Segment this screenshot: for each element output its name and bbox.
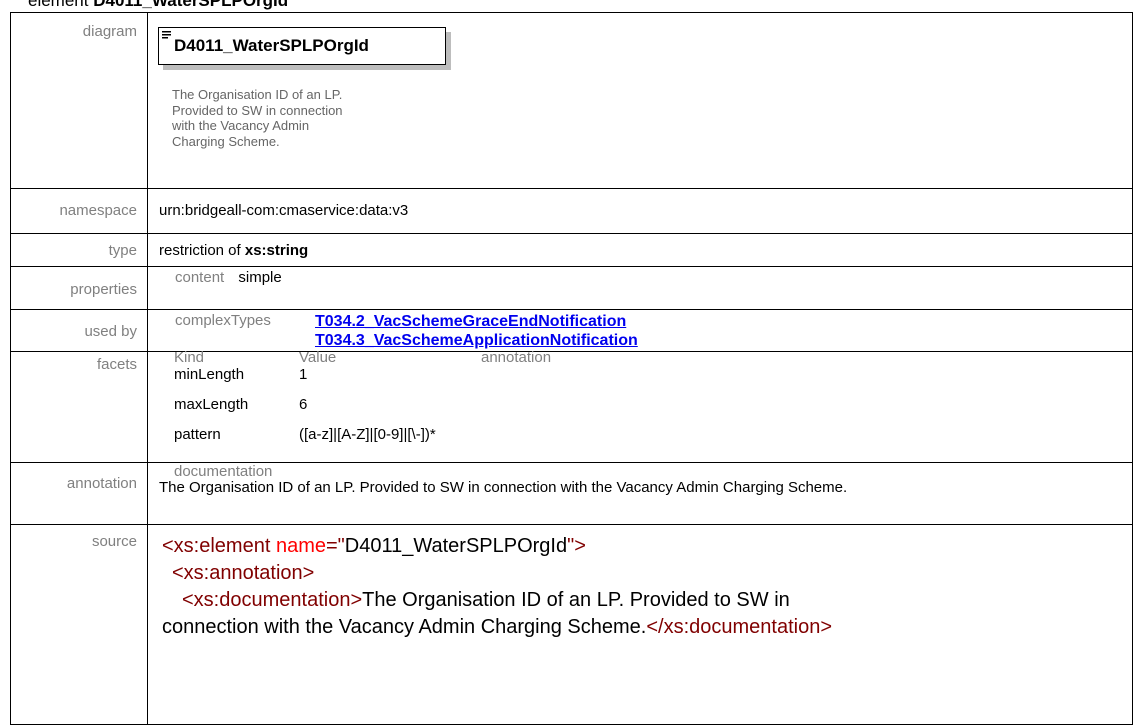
properties-key: content: [175, 269, 225, 286]
used-by-link-application[interactable]: T034.3_VacSchemeApplicationNotification: [315, 332, 638, 349]
label-properties: properties: [10, 266, 148, 310]
facets-header-value: Value: [299, 349, 337, 366]
row-namespace: namespace urn:bridgeall-com:cmaservice:d…: [10, 188, 1133, 234]
row-annotation: annotation documentation The Organisatio…: [10, 462, 1133, 525]
row-properties: properties content simple: [10, 266, 1133, 310]
annotation-key: documentation: [174, 463, 273, 480]
namespace-value: urn:bridgeall-com:cmaservice:data:v3: [147, 188, 1133, 234]
page-title: element D4011_WaterSPLPOrgId: [28, 0, 288, 11]
properties-value: simple: [238, 269, 282, 286]
facets-header-annotation: annotation: [481, 349, 552, 366]
annotation-text: The Organisation ID of an LP. Provided t…: [159, 479, 848, 496]
facet-row: pattern ([a-z]|[A-Z]|[0-9]|[\-])*: [174, 426, 436, 443]
diagram-element-box: D4011_WaterSPLPOrgId: [158, 27, 446, 65]
label-used-by: used by: [10, 309, 148, 352]
used-by-key: complexTypes: [175, 312, 271, 329]
label-source: source: [10, 524, 148, 725]
label-diagram: diagram: [10, 12, 148, 189]
page-title-element-name: D4011_WaterSPLPOrgId: [93, 0, 289, 10]
page-title-prefix: element: [28, 0, 89, 10]
facet-row: maxLength 6: [174, 396, 308, 413]
type-prefix: restriction of: [159, 242, 241, 259]
facets-table: Kind Value annotation minLength 1 maxLen…: [174, 349, 551, 456]
diagram-element-name: D4011_WaterSPLPOrgId: [174, 36, 369, 55]
used-by-link-grace-end[interactable]: T034.2_VacSchemeGraceEndNotification: [315, 313, 626, 330]
facets-header-kind: Kind: [174, 349, 205, 366]
type-value: xs:string: [244, 242, 309, 259]
diagram-documentation: The Organisation ID of an LP. Provided t…: [172, 87, 343, 149]
row-source: source <xs:element name="D4011_WaterSPLP…: [10, 524, 1133, 725]
row-diagram: diagram D4011_WaterSPLPOrgId The Organis…: [10, 12, 1133, 189]
label-facets: facets: [10, 351, 148, 463]
label-annotation: annotation: [10, 462, 148, 525]
row-type: type restriction of xs:string: [10, 233, 1133, 267]
label-namespace: namespace: [10, 188, 148, 234]
row-facets: facets Kind Value annotation minLength 1…: [10, 349, 1133, 463]
source-code: <xs:element name="D4011_WaterSPLPOrgId">…: [147, 524, 1133, 725]
documentation-icon: [162, 31, 171, 39]
row-used-by: used by complexTypes T034.2_VacSchemeGra…: [10, 309, 1133, 352]
facet-row: minLength 1: [174, 366, 308, 383]
element-doc-table: diagram D4011_WaterSPLPOrgId The Organis…: [10, 12, 1133, 725]
label-type: type: [10, 233, 148, 267]
